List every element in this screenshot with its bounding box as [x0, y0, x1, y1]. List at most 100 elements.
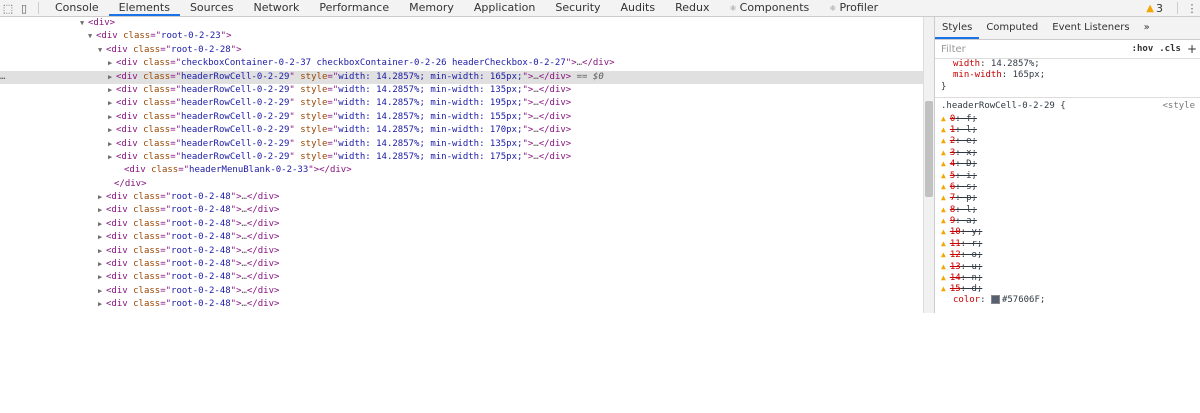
dom-node-row[interactable]: ▶ <div class="root-0-2-48">…</div>	[0, 231, 923, 244]
expand-toggle-icon[interactable]: ▶	[108, 71, 116, 84]
dom-node-row[interactable]: ▶ <div class="root-0-2-48">…</div>	[0, 271, 923, 284]
css-prop-value[interactable]: : p;	[955, 193, 977, 203]
css-prop-name[interactable]: 12	[950, 250, 961, 260]
css-declaration-invalid[interactable]: ▲ 8: l;	[935, 204, 1200, 215]
expand-toggle-icon[interactable]: ▶	[98, 191, 106, 204]
dom-node-row[interactable]: </div>	[0, 178, 923, 191]
dom-node-row[interactable]: <div class="headerMenuBlank-0-2-33"></di…	[0, 164, 923, 177]
css-prop-value[interactable]: : o;	[961, 250, 983, 260]
css-prop-name[interactable]: 15	[950, 284, 961, 294]
css-prop-value[interactable]: : n;	[961, 273, 983, 283]
css-prop-name[interactable]: 14	[950, 273, 961, 283]
css-declaration-invalid[interactable]: ▲ 4: D;	[935, 158, 1200, 169]
styles-tab-computed[interactable]: Computed	[979, 17, 1045, 39]
dom-node-row[interactable]: ▶ <div class="root-0-2-48">…</div>	[0, 245, 923, 258]
css-declaration-invalid[interactable]: ▲ 1: l;	[935, 124, 1200, 135]
tab-application[interactable]: Application	[464, 0, 545, 16]
dom-node-row[interactable]: ▶ <div class="checkboxContainer-0-2-37 ch…	[0, 57, 923, 70]
inspect-element-icon[interactable]: ⬚	[0, 0, 16, 16]
tab-performance[interactable]: Performance	[309, 0, 399, 16]
expand-toggle-icon[interactable]: ▶	[108, 97, 116, 110]
styles-filter-input[interactable]: Filter	[935, 44, 1132, 55]
dom-node-row[interactable]: ▶ <div class="headerRowCell-0-2-29" style…	[0, 111, 923, 124]
row-menu-icon[interactable]: …	[0, 71, 5, 84]
css-prop-value[interactable]: : 14.2857%;	[980, 59, 1040, 69]
dom-node-row[interactable]: ▼ <div class="root-0-2-28">	[0, 44, 923, 57]
expand-toggle-icon[interactable]: ▶	[108, 84, 116, 97]
css-declaration[interactable]: min-width: 165px;	[935, 70, 1200, 81]
expand-toggle-icon[interactable]: ▶	[108, 151, 116, 164]
dom-node-row[interactable]: ▶ <div class="headerRowCell-0-2-29" style…	[0, 151, 923, 164]
css-prop-value[interactable]: : d;	[961, 284, 983, 294]
scrollbar-thumb[interactable]	[925, 101, 933, 197]
css-prop-value[interactable]: : l;	[955, 125, 977, 135]
css-declaration[interactable]: width: 14.2857%;	[935, 59, 1200, 70]
expand-toggle-icon[interactable]: ▶	[108, 57, 116, 70]
expand-toggle-icon[interactable]: ▶	[98, 298, 106, 311]
css-declaration[interactable]: color: #57606F;	[935, 294, 1200, 306]
css-prop-value[interactable]: #57606F;	[1002, 295, 1045, 305]
css-prop-name[interactable]: color	[953, 295, 980, 305]
css-declaration-invalid[interactable]: ▲ 2: e;	[935, 135, 1200, 146]
dom-node-row[interactable]: ▶ <div class="root-0-2-48">…</div>	[0, 218, 923, 231]
css-prop-value[interactable]: : 165px;	[1002, 70, 1045, 80]
tab-audits[interactable]: Audits	[611, 0, 666, 16]
css-prop-name[interactable]: width	[953, 59, 980, 69]
expand-toggle-icon[interactable]: ▶	[98, 231, 106, 244]
css-prop-value[interactable]: : i;	[955, 171, 977, 181]
styles-tab-more[interactable]: »	[1137, 17, 1157, 39]
expand-toggle-icon[interactable]: ▶	[98, 218, 106, 231]
cls-toggle[interactable]: .cls	[1159, 44, 1181, 54]
device-toolbar-icon[interactable]: ▯	[16, 0, 32, 16]
css-declaration-invalid[interactable]: ▲ 13: u;	[935, 261, 1200, 272]
expand-toggle-icon[interactable]: ▼	[98, 44, 106, 57]
css-prop-value[interactable]: : x;	[955, 148, 977, 158]
css-selector[interactable]: .headerRowCell-0-2-29 {	[941, 101, 1066, 111]
expand-toggle-icon[interactable]: ▶	[98, 271, 106, 284]
css-prop-name[interactable]: 10	[950, 227, 961, 237]
css-declaration-invalid[interactable]: ▲ 5: i;	[935, 170, 1200, 181]
expand-toggle-icon[interactable]: ▼	[80, 17, 88, 30]
expand-toggle-icon[interactable]: ▶	[98, 258, 106, 271]
expand-toggle-icon[interactable]: ▶	[98, 245, 106, 258]
expand-toggle-icon[interactable]: ▼	[88, 30, 96, 43]
css-prop-name[interactable]: min-width	[953, 70, 1002, 80]
tab-sources[interactable]: Sources	[180, 0, 244, 16]
css-prop-value[interactable]: : u;	[961, 262, 983, 272]
dom-node-row[interactable]: ▶ <div class="root-0-2-48">…</div>	[0, 298, 923, 311]
css-prop-value[interactable]: : y;	[961, 227, 983, 237]
css-prop-name[interactable]: 11	[950, 239, 961, 249]
css-declaration-invalid[interactable]: ▲ 0: f;	[935, 113, 1200, 124]
dom-tree-scrollbar[interactable]	[923, 17, 934, 313]
tab-network[interactable]: Network	[243, 0, 309, 16]
css-prop-value[interactable]: : l;	[955, 205, 977, 215]
css-prop-value[interactable]: : a;	[955, 216, 977, 226]
css-source-link[interactable]: <style	[1162, 101, 1195, 112]
styles-tab-styles[interactable]: Styles	[935, 17, 980, 39]
more-options-icon[interactable]: ⋮	[1184, 0, 1200, 16]
expand-toggle-icon[interactable]: ▶	[108, 138, 116, 151]
tab-security[interactable]: Security	[545, 0, 610, 16]
warning-badge[interactable]: ▲ 3	[1146, 2, 1163, 15]
dom-node-row[interactable]: ▶ <div class="headerRowCell-0-2-29" style…	[0, 124, 923, 137]
css-prop-name[interactable]: 13	[950, 262, 961, 272]
css-prop-value[interactable]: : D;	[955, 159, 977, 169]
dom-node-row[interactable]: ▶ <div class="headerRowCell-0-2-29" style…	[0, 84, 923, 97]
dom-node-row[interactable]: ▼ <div>	[0, 17, 923, 30]
css-declaration-invalid[interactable]: ▲ 9: a;	[935, 215, 1200, 226]
dom-node-row[interactable]: … ▶ <div class="headerRowCell-0-2-29" styl…	[0, 70, 923, 84]
dom-node-row[interactable]: ▶ <div class="headerRowCell-0-2-29" style…	[0, 138, 923, 151]
css-declaration-invalid[interactable]: ▲ 6: s;	[935, 181, 1200, 192]
css-declaration-invalid[interactable]: ▲ 14: n;	[935, 272, 1200, 283]
css-declaration-invalid[interactable]: ▲ 15: d;	[935, 283, 1200, 294]
css-prop-value[interactable]: : s;	[955, 182, 977, 192]
css-declaration-invalid[interactable]: ▲ 12: o;	[935, 249, 1200, 260]
tab-elements[interactable]: Elements	[108, 0, 180, 16]
dom-node-row[interactable]: ▶ <div class="root-0-2-48">…</div>	[0, 258, 923, 271]
expand-toggle-icon[interactable]: ▶	[108, 124, 116, 137]
new-rule-button[interactable]: +	[1187, 42, 1197, 56]
expand-toggle-icon[interactable]: ▶	[98, 285, 106, 298]
tab-memory[interactable]: Memory	[399, 0, 464, 16]
styles-tab-event-listeners[interactable]: Event Listeners	[1045, 17, 1136, 39]
css-prop-value[interactable]: : r;	[961, 239, 983, 249]
